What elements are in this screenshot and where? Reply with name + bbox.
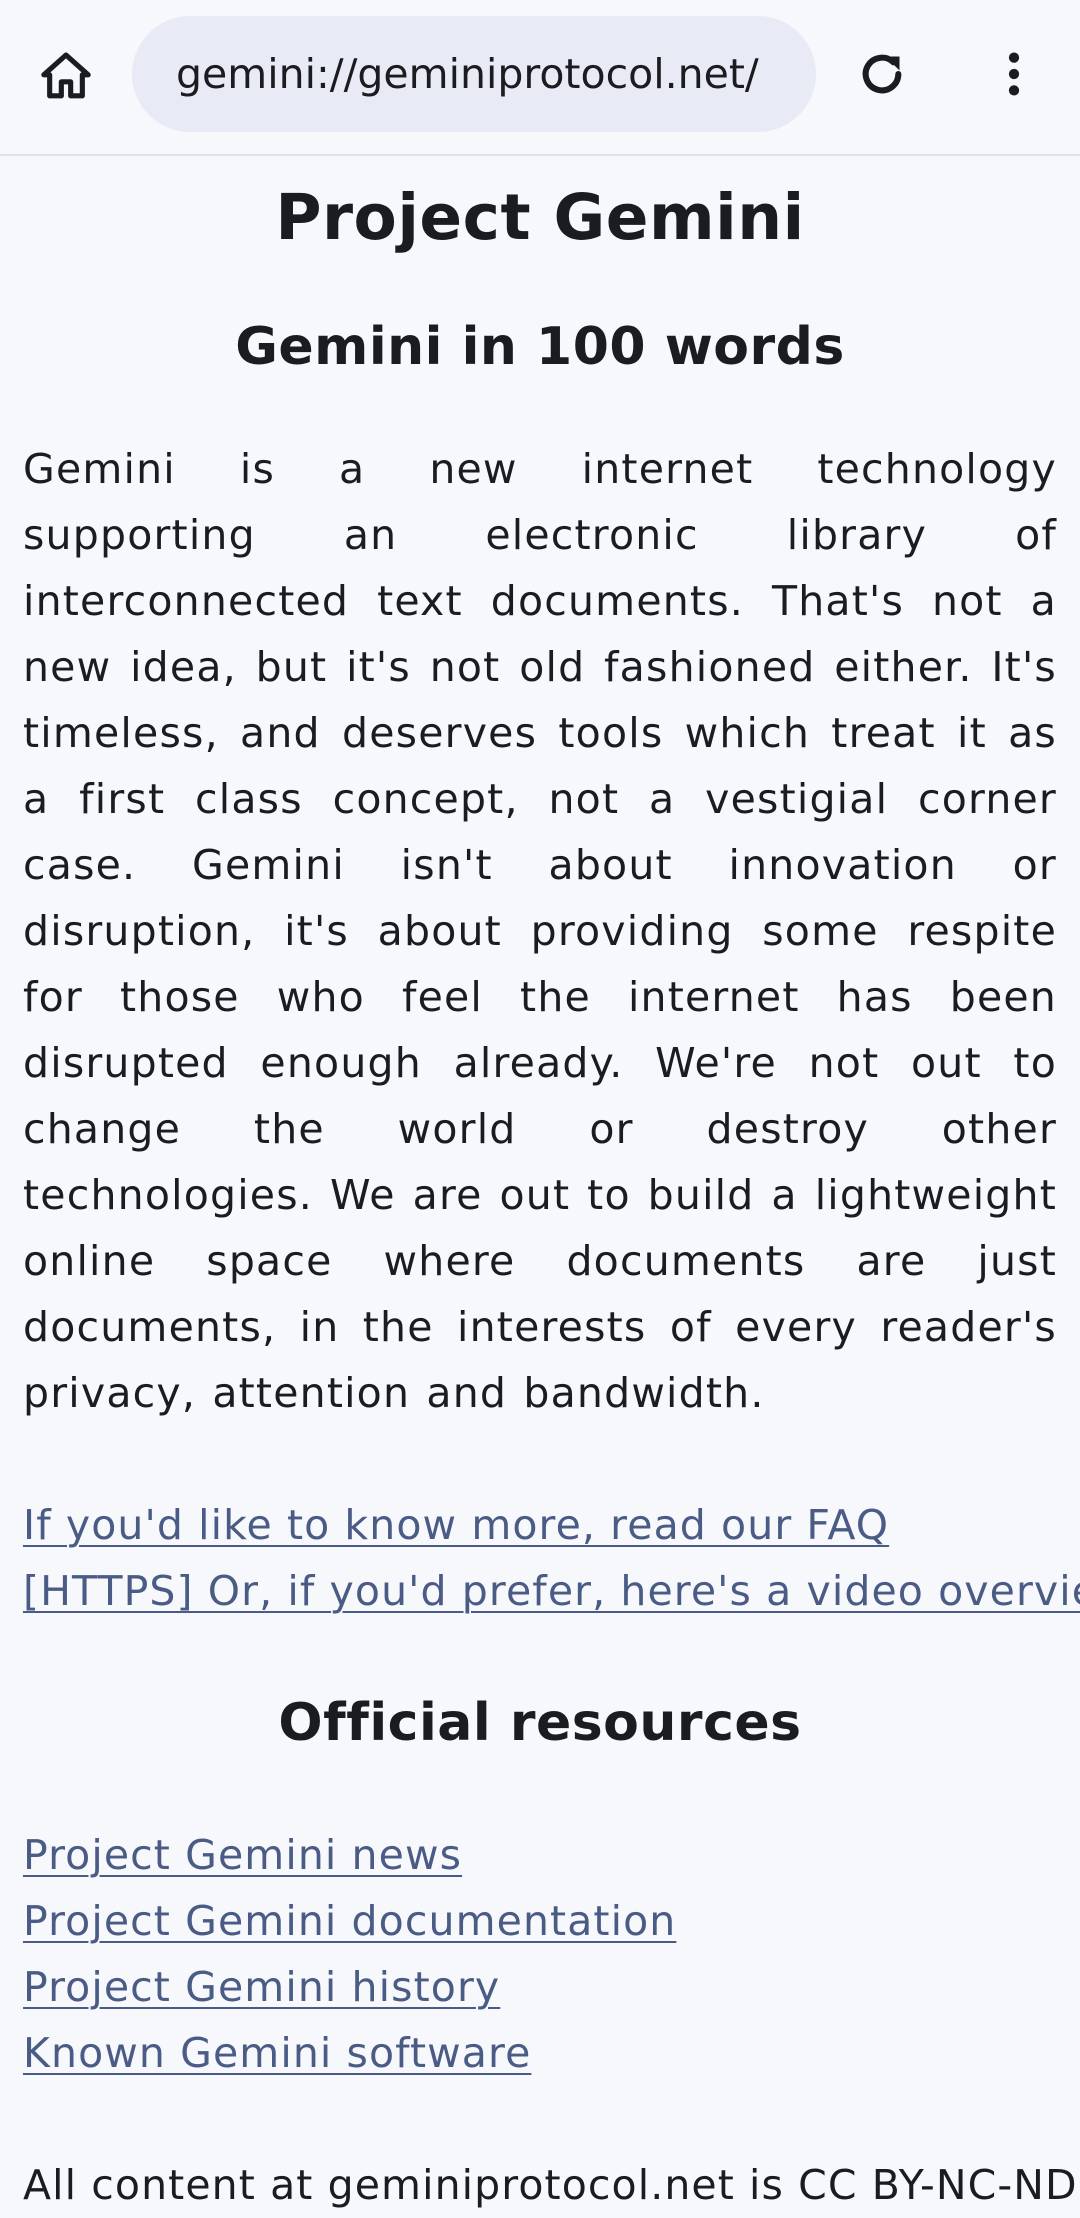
section-heading-intro: Gemini in 100 words — [235, 317, 845, 377]
overflow-menu-button[interactable] — [976, 36, 1052, 112]
faq-link[interactable]: If you'd like to know more, read our FAQ — [23, 1492, 1057, 1558]
home-icon — [41, 52, 91, 99]
intro-paragraph: Gemini is a new internet technology supp… — [23, 445, 1057, 1417]
section-heading-resources: Official resources — [278, 1693, 802, 1753]
more-vert-icon — [1008, 52, 1020, 96]
page-content: Project Gemini Gemini in 100 words Gemin… — [23, 156, 1080, 2218]
resource-link-software[interactable]: Known Gemini software — [23, 2020, 1057, 2086]
url-bar[interactable]: gemini://geminiprotocol.net/ — [132, 16, 816, 132]
resource-link-news[interactable]: Project Gemini news — [23, 1822, 1057, 1888]
resources-list: Project Gemini news Project Gemini docum… — [23, 1822, 1057, 2086]
intro-links: If you'd like to know more, read our FAQ… — [23, 1492, 1080, 1624]
page-title: Project Gemini — [275, 181, 805, 254]
home-button[interactable] — [28, 38, 104, 114]
browser-toolbar: gemini://geminiprotocol.net/ — [0, 0, 1080, 156]
license-footer: All content at geminiprotocol.net is CC … — [23, 2161, 1078, 2209]
video-overview-link[interactable]: [HTTPS] Or, if you'd prefer, here's a vi… — [23, 1558, 1080, 1624]
url-text: gemini://geminiprotocol.net/ — [176, 50, 759, 98]
resource-link-documentation[interactable]: Project Gemini documentation — [23, 1888, 1057, 1954]
reload-button[interactable] — [844, 36, 920, 112]
resource-link-history[interactable]: Project Gemini history — [23, 1954, 1057, 2020]
reload-icon — [862, 54, 902, 94]
